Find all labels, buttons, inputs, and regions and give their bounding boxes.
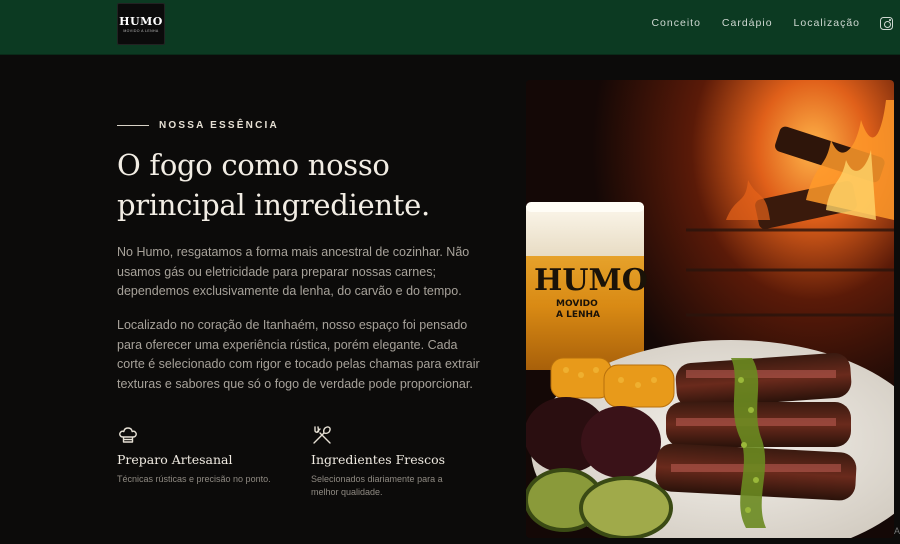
eyebrow-text: NOSSA ESSÊNCIA — [159, 120, 279, 131]
logo-subtitle: MOVIDO A LENHA — [123, 28, 159, 33]
feature-title: Preparo Artesanal — [117, 452, 233, 467]
feature-description-line: Selecionados diariamente para a — [311, 474, 443, 484]
paragraph-line: para oferecer uma experiência rústica, p… — [117, 337, 458, 352]
paragraph-line: No Humo, resgatamos a forma mais ancestr… — [117, 245, 470, 259]
glass-tagline-line: MOVIDO — [556, 299, 598, 309]
main-nav: Conceito Cardápio Localização — [651, 17, 860, 29]
steak-and-beer-photo: HUMO MOVIDO A LENHA — [526, 80, 894, 538]
intro-paragraph: No Humo, resgatamos a forma mais ancestr… — [117, 243, 477, 302]
feature-preparo-artesanal: Preparo Artesanal Técnicas rústicas e pr… — [117, 424, 287, 486]
location-paragraph: Localizado no coração de Itanhaém, nosso… — [117, 316, 480, 394]
feature-description-line: melhor qualidade. — [311, 487, 383, 497]
paragraph-line: corte é selecionado com rigor e tocado p… — [117, 357, 480, 371]
chef-hat-icon — [117, 424, 139, 446]
paragraph-line: usamos gás ou eletricidade para preparar… — [117, 264, 436, 279]
humo-logo[interactable]: HUMO MOVIDO A LENHA — [117, 3, 165, 45]
feature-description: Selecionados diariamente para a melhor q… — [311, 473, 481, 499]
feature-description: Técnicas rústicas e precisão no ponto. — [117, 473, 287, 486]
paragraph-line: texturas e sabores que só o fogo de verd… — [117, 376, 473, 391]
logo-word: HUMO — [119, 14, 163, 28]
feature-description-line: Técnicas rústicas e precisão no ponto. — [117, 474, 271, 484]
nav-link-conceito[interactable]: Conceito — [651, 17, 700, 29]
paragraph-line: Localizado no coração de Itanhaém, nosso… — [117, 318, 468, 332]
corner-text: A — [893, 526, 900, 536]
section-headline: O fogo como nosso principal ingrediente. — [117, 145, 497, 225]
glass-tagline-line: A LENHA — [556, 310, 600, 320]
utensils-icon — [311, 424, 333, 446]
feature-title: Ingredientes Frescos — [311, 452, 446, 467]
paragraph-line: dependemos exclusivamente da lenha, do c… — [117, 284, 462, 298]
section-eyebrow: NOSSA ESSÊNCIA — [117, 120, 279, 131]
headline-line: principal ingrediente. — [117, 188, 430, 222]
nav-link-localizacao[interactable]: Localização — [794, 17, 860, 29]
feature-ingredientes-frescos: Ingredientes Frescos Selecionados diaria… — [311, 424, 481, 499]
headline-line: O fogo como nosso — [117, 148, 390, 182]
top-navbar: HUMO MOVIDO A LENHA Conceito Cardápio Lo… — [0, 0, 900, 55]
glass-brand-text: HUMO — [534, 263, 648, 298]
nav-link-cardapio[interactable]: Cardápio — [722, 17, 773, 29]
instagram-icon[interactable] — [880, 17, 893, 30]
eyebrow-divider — [117, 125, 149, 126]
